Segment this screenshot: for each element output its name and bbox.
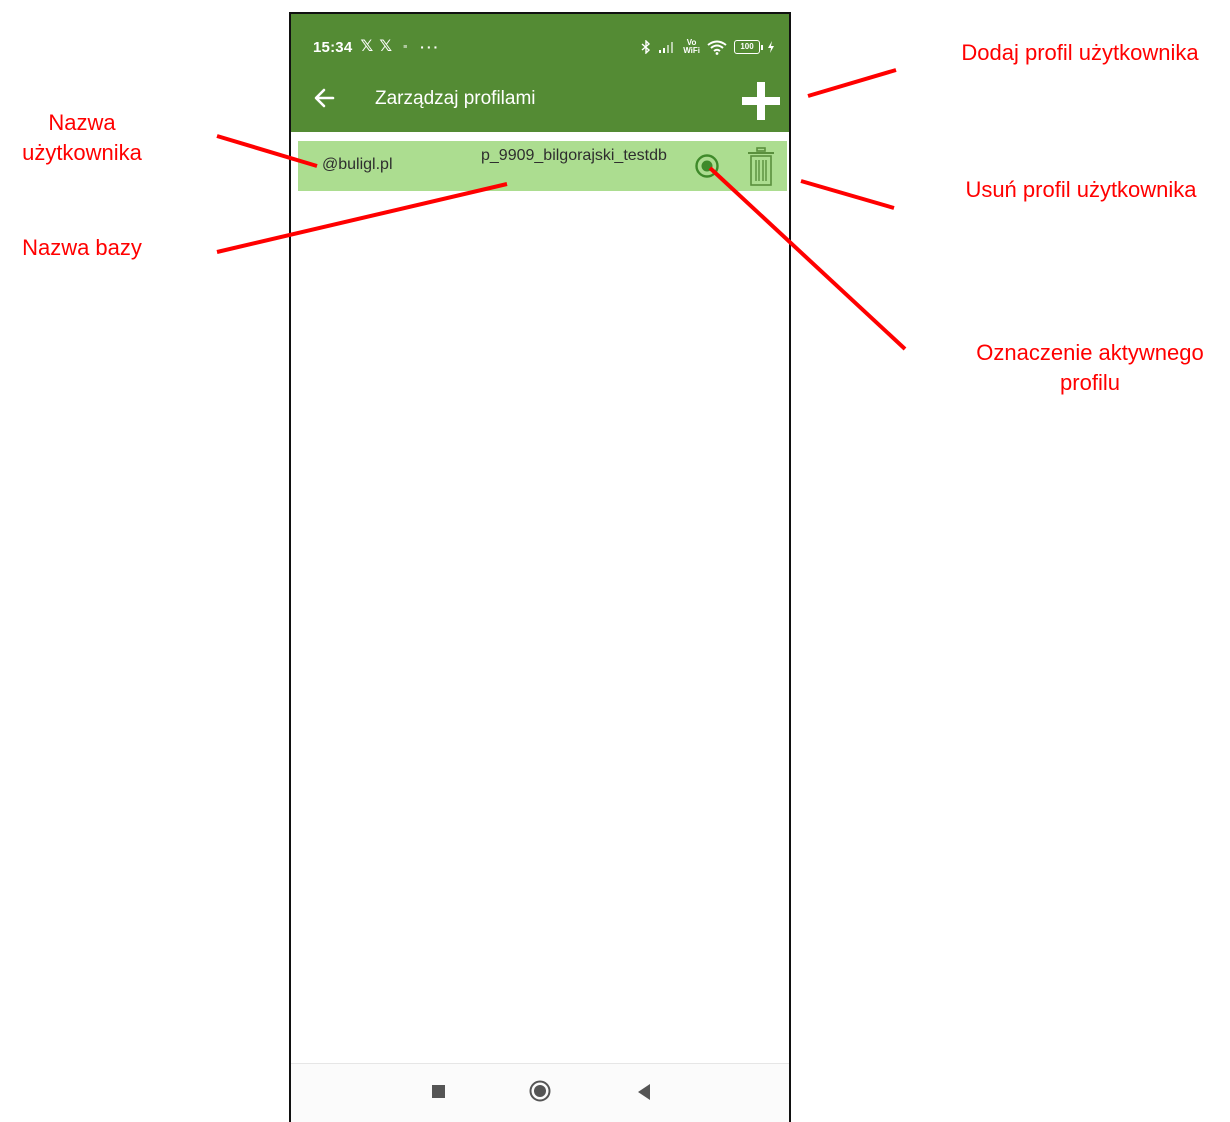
annotation-user-name: Nazwa użytkownika xyxy=(22,110,142,165)
x-logo-icon: 𝕏 xyxy=(360,38,374,55)
arrow-left-icon[interactable] xyxy=(311,84,339,112)
annotation-add-profile: Dodaj profil użytkownika xyxy=(961,40,1199,65)
delete-profile-trash-icon[interactable] xyxy=(747,147,775,187)
active-profile-radio-icon[interactable] xyxy=(694,153,720,179)
status-time: 15:34 xyxy=(313,38,353,56)
vowifi-icon: Vo WiFi xyxy=(683,38,700,55)
recents-square-icon[interactable] xyxy=(432,1085,445,1098)
x-logo-icon: 𝕏 xyxy=(379,38,393,55)
charging-icon xyxy=(768,41,774,53)
annotation-db-name: Nazwa bazy xyxy=(22,235,142,260)
back-triangle-icon[interactable] xyxy=(636,1083,652,1101)
signal-icon xyxy=(659,42,674,53)
annotation-delete-profile: Usuń profil użytkownika xyxy=(965,177,1197,202)
battery-icon: 100 xyxy=(734,40,763,54)
home-circle-icon[interactable] xyxy=(529,1080,551,1102)
profile-database-name: p_9909_bilgorajski_testdb xyxy=(481,147,667,164)
bluetooth-icon xyxy=(641,40,651,54)
more-notifications-icon: ··· xyxy=(420,39,441,55)
app-bar: 15:34 𝕏 𝕏 ≡ ··· Vo WiFi 100 Zarządzaj pr… xyxy=(291,14,789,132)
profile-user-name: @buligl.pl xyxy=(322,156,393,173)
page-title: Zarządzaj profilami xyxy=(375,88,536,109)
annotation-line-delete xyxy=(800,179,895,210)
annotation-line-add xyxy=(807,68,897,98)
status-bar: 15:34 𝕏 𝕏 ≡ ··· Vo WiFi 100 xyxy=(313,36,775,58)
wifi-icon xyxy=(707,40,727,55)
annotation-active-profile: Oznaczenie aktywnego profilu xyxy=(976,340,1204,395)
phone-screen: 15:34 𝕏 𝕏 ≡ ··· Vo WiFi 100 Zarządzaj pr… xyxy=(289,12,791,1122)
profile-row[interactable]: @buligl.pl p_9909_bilgorajski_testdb xyxy=(298,141,787,191)
system-nav-bar xyxy=(291,1063,789,1122)
sim-small-icon: ≡ xyxy=(403,43,408,51)
add-profile-button[interactable] xyxy=(740,80,782,122)
